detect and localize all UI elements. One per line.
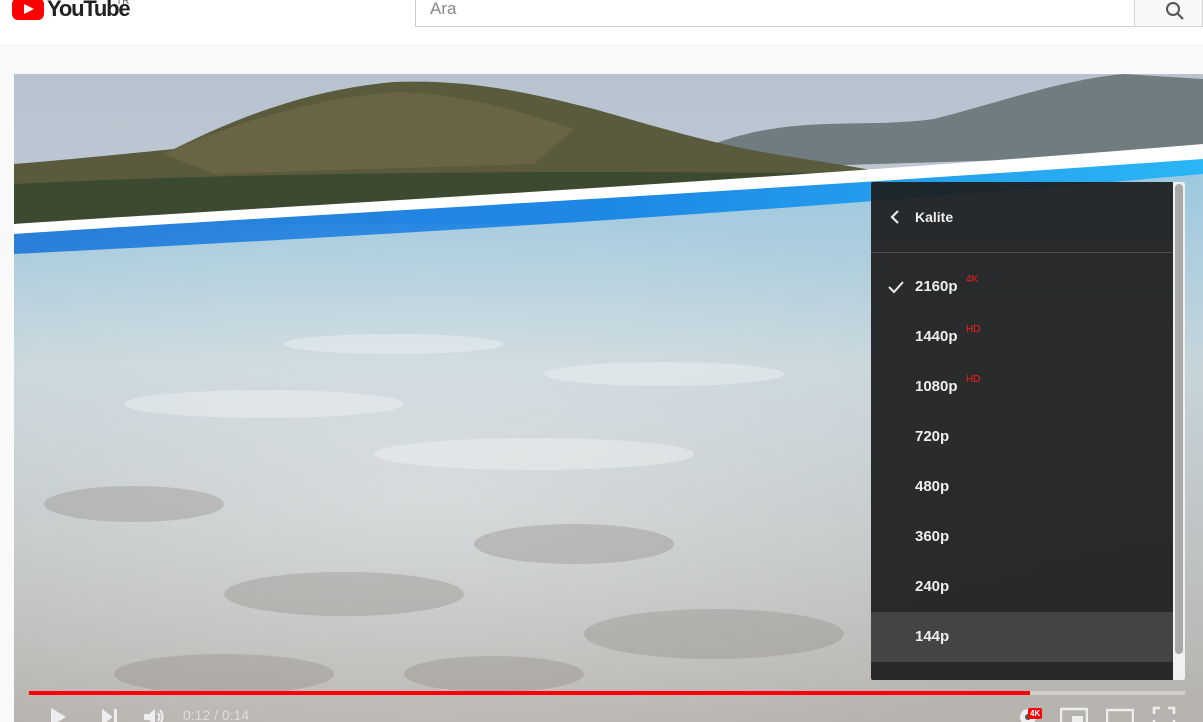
quality-option-label: 144p	[915, 628, 950, 645]
quality-menu-header[interactable]: Kalite	[871, 182, 1173, 253]
quality-option-label: 720p	[915, 428, 950, 445]
quality-option-240p[interactable]: 240p	[871, 562, 1173, 612]
youtube-logo[interactable]: YouTube	[12, 0, 131, 24]
play-icon[interactable]	[48, 706, 68, 722]
miniplayer-icon[interactable]	[1060, 706, 1088, 722]
quality-option-label: 240p	[915, 578, 950, 595]
quality-badge: 4K	[1028, 708, 1043, 719]
next-icon[interactable]	[100, 706, 120, 722]
control-bar: 0:12 / 0:14 4K	[14, 702, 1203, 722]
time-display: 0:12 / 0:14	[183, 707, 249, 722]
quality-option-720p[interactable]: 720p	[871, 412, 1173, 462]
progress-played	[29, 691, 1031, 695]
quality-option-label: 1080p	[915, 378, 958, 395]
youtube-play-logo-icon	[12, 0, 44, 20]
quality-option-1080p[interactable]: 1080p HD	[871, 362, 1173, 412]
search-input[interactable]	[430, 0, 1110, 19]
quality-option-1440p[interactable]: 1440p HD	[871, 312, 1173, 362]
quality-option-badge: 4K	[966, 274, 979, 285]
quality-menu-title: Kalite	[915, 209, 954, 225]
current-time: 0:12	[183, 707, 211, 722]
country-code: TR	[116, 0, 130, 7]
quality-option-label: 480p	[915, 478, 950, 495]
quality-option-badge: HD	[966, 324, 981, 335]
check-icon	[888, 281, 904, 294]
quality-option-360p[interactable]: 360p	[871, 512, 1173, 562]
progress-bar[interactable]	[29, 691, 1185, 695]
search-button[interactable]	[1134, 0, 1203, 27]
masthead: YouTube TR	[0, 0, 1203, 44]
theater-mode-icon[interactable]	[1106, 706, 1134, 722]
quality-option-label: 1440p	[915, 328, 958, 345]
quality-menu-scrollbar[interactable]	[1173, 182, 1185, 680]
settings-button[interactable]: 4K	[1016, 704, 1044, 722]
volume-icon[interactable]	[142, 706, 166, 722]
quality-option-label: 2160p	[915, 278, 958, 295]
quality-option-480p[interactable]: 480p	[871, 462, 1173, 512]
duration: 0:14	[221, 707, 250, 722]
fullscreen-icon[interactable]	[1152, 706, 1176, 722]
search-icon	[1166, 2, 1184, 20]
quality-option-badge: HD	[966, 374, 981, 385]
back-arrow-icon[interactable]	[889, 209, 901, 225]
quality-menu: Kalite 2160p 4K 1440p HD 1080p HD 720p 4…	[871, 182, 1185, 680]
quality-option-label: 360p	[915, 528, 950, 545]
search-box	[415, 0, 1133, 27]
quality-option-2160p[interactable]: 2160p 4K	[871, 262, 1173, 312]
quality-option-144p[interactable]: 144p	[871, 612, 1173, 662]
time-separator: /	[210, 707, 222, 722]
scrollbar-thumb[interactable]	[1175, 184, 1183, 654]
